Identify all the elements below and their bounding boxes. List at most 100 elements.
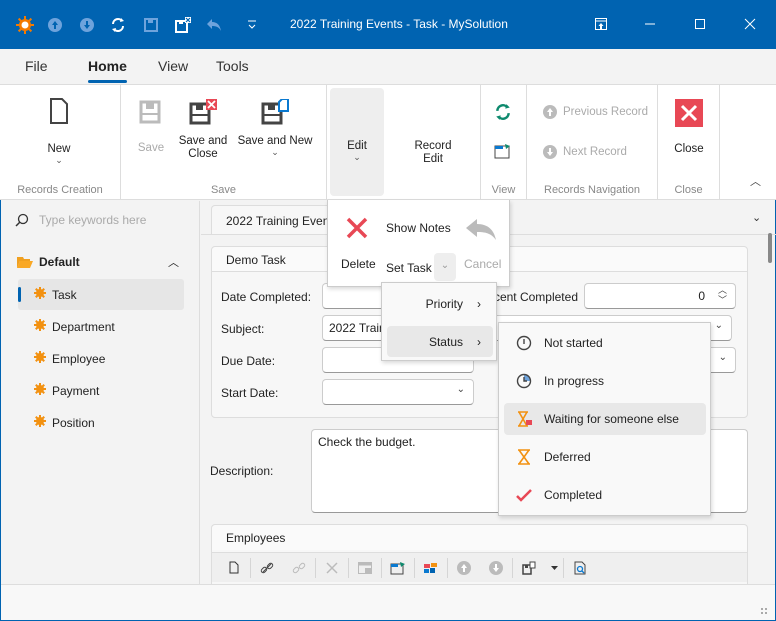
- business-object-icon: [34, 383, 46, 398]
- status-in-progress[interactable]: In progress: [504, 365, 706, 397]
- caret-down-icon[interactable]: [545, 556, 563, 580]
- group-label: View: [491, 184, 516, 196]
- business-object-icon: [34, 319, 46, 334]
- business-object-icon: [34, 351, 46, 366]
- tabs-dropdown-icon[interactable]: ⌄: [752, 211, 761, 224]
- set-task-label: Set Task: [386, 261, 432, 275]
- nav-item-payment[interactable]: Payment: [18, 375, 184, 406]
- refresh-icon[interactable]: [108, 15, 128, 35]
- nav-item-label: Payment: [52, 383, 100, 398]
- vertical-scrollbar[interactable]: [768, 233, 772, 263]
- minimize-icon[interactable]: [638, 12, 662, 36]
- set-task-menu: Priority › Status ›: [381, 282, 497, 361]
- edit-button[interactable]: Edit ⌄: [330, 88, 384, 196]
- new-icon[interactable]: [218, 556, 250, 580]
- maximize-icon[interactable]: [688, 12, 712, 36]
- group-record-edit: Record Edit: [389, 85, 481, 200]
- layout-icon[interactable]: [415, 556, 447, 580]
- status-not-started[interactable]: Not started: [504, 327, 706, 359]
- save-close-label: Save and Close: [178, 135, 228, 160]
- refresh-button[interactable]: [494, 103, 512, 125]
- delete-button[interactable]: Delete: [341, 257, 376, 271]
- save-button[interactable]: Save: [133, 99, 169, 155]
- arrow-up-icon[interactable]: [45, 15, 65, 35]
- new-button[interactable]: New ⌄: [34, 97, 84, 165]
- delete-icon[interactable]: [316, 556, 348, 580]
- next-record-button[interactable]: Next Record: [543, 145, 627, 159]
- status-waiting[interactable]: Waiting for someone else: [504, 403, 706, 435]
- tab-view[interactable]: View: [158, 58, 188, 74]
- group-records-creation: New ⌄ Records Creation: [0, 85, 121, 200]
- nav-item-department[interactable]: Department: [18, 311, 184, 342]
- cancel-button[interactable]: Cancel: [464, 257, 501, 271]
- previous-record-button[interactable]: Previous Record: [543, 105, 648, 119]
- status-deferred[interactable]: Deferred: [504, 441, 706, 473]
- spin-buttons[interactable]: ︿ ﹀: [718, 285, 727, 305]
- priority-menu-item[interactable]: Priority ›: [387, 289, 493, 319]
- status-completed[interactable]: Completed: [504, 479, 706, 511]
- window-icon[interactable]: [349, 556, 381, 580]
- save-new-icon[interactable]: [513, 556, 545, 580]
- set-task-dropdown[interactable]: ⌄: [434, 253, 456, 281]
- close-button[interactable]: Close: [672, 99, 706, 156]
- menu-item-label: In progress: [544, 374, 605, 388]
- save-icon: [139, 100, 161, 124]
- preview-icon[interactable]: [564, 556, 596, 580]
- tab-home[interactable]: Home: [88, 58, 127, 83]
- show-in-window-button[interactable]: [494, 143, 512, 163]
- status-menu-item[interactable]: Status ›: [387, 326, 493, 357]
- chevron-down-icon: ⌄: [271, 147, 279, 157]
- nav-item-label: Task: [52, 287, 77, 302]
- show-notes-button[interactable]: Show Notes: [386, 221, 451, 235]
- tab-tools[interactable]: Tools: [216, 58, 249, 74]
- arrow-down-icon[interactable]: [77, 15, 97, 35]
- search-input[interactable]: Type keywords here: [39, 213, 146, 227]
- clock-icon: [504, 335, 544, 351]
- start-date-field[interactable]: ⌄: [322, 379, 474, 405]
- group-label: Records Navigation: [544, 184, 640, 196]
- description-label: Description:: [210, 464, 274, 478]
- chevron-down-icon[interactable]: ⌄: [719, 352, 727, 363]
- menu-item-label: Status: [428, 334, 463, 349]
- checkmark-icon: [504, 488, 544, 502]
- arrow-up-icon: [543, 105, 557, 119]
- nav-search[interactable]: Type keywords here: [15, 213, 146, 227]
- resize-grip-icon[interactable]: [761, 608, 767, 614]
- customize-icon[interactable]: [242, 15, 262, 35]
- chevron-down-icon[interactable]: ⌄: [457, 384, 465, 395]
- chevron-up-icon[interactable]: ︿: [168, 254, 179, 270]
- nav-group-default[interactable]: Default ︿: [17, 255, 185, 269]
- employees-title: Employees: [212, 525, 747, 550]
- save-and-new-button[interactable]: Save and New ⌄: [237, 98, 313, 157]
- undo-icon[interactable]: [465, 218, 497, 243]
- unlink-icon[interactable]: [283, 556, 315, 580]
- arrow-up-icon[interactable]: [448, 556, 480, 580]
- record-edit-button[interactable]: Record Edit: [401, 140, 465, 166]
- save-and-close-button[interactable]: Save and Close: [177, 99, 229, 161]
- percent-completed-field[interactable]: 0 ︿ ﹀: [584, 283, 736, 309]
- delete-icon[interactable]: [345, 216, 369, 243]
- arrow-down-icon[interactable]: [480, 556, 512, 580]
- nav-item-position[interactable]: Position: [18, 407, 184, 438]
- pin-icon[interactable]: [589, 12, 613, 36]
- record-edit-label: Record Edit: [414, 140, 452, 165]
- chevron-down-icon[interactable]: ⌄: [715, 320, 723, 331]
- chevron-right-icon: ›: [477, 334, 481, 349]
- open-window-icon[interactable]: [382, 556, 414, 580]
- nav-item-employee[interactable]: Employee: [18, 343, 184, 374]
- close-icon[interactable]: [738, 12, 762, 36]
- save-close-icon[interactable]: [173, 15, 193, 35]
- save-icon[interactable]: [141, 15, 161, 35]
- hourglass-flag-icon: [504, 411, 544, 427]
- nav-item-task[interactable]: Task: [18, 279, 184, 310]
- link-icon[interactable]: [251, 556, 283, 580]
- business-object-icon: [34, 287, 46, 302]
- due-date-label: Due Date:: [221, 354, 276, 368]
- status-menu: Not started In progress Waiting for some…: [498, 322, 711, 516]
- menu-item-label: Not started: [544, 336, 603, 350]
- tab-file[interactable]: File: [25, 58, 48, 74]
- undo-icon[interactable]: [204, 15, 224, 35]
- group-close: Close Close: [658, 85, 720, 200]
- nav-item-label: Position: [52, 415, 95, 430]
- collapse-ribbon-icon[interactable]: ︿: [750, 173, 761, 189]
